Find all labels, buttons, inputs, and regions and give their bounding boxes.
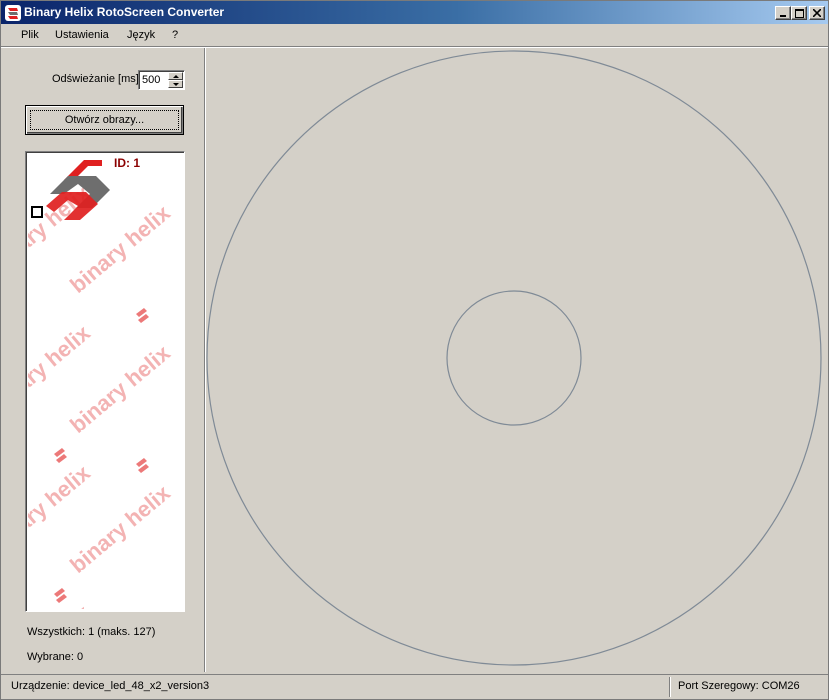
spin-down-button[interactable]	[168, 80, 183, 88]
inner-circle	[446, 290, 582, 426]
serial-port-status: Port Szeregowy: COM26	[678, 680, 800, 692]
thumbnail-graphic: binary helix binary helix binary helix b…	[28, 160, 175, 609]
arrow-up-icon	[173, 75, 179, 78]
watermark-text-4: binary helix	[65, 340, 175, 438]
outer-circle	[206, 50, 822, 666]
selected-count: Wybrane: 0	[27, 651, 84, 663]
menu-bar: Plik Ustawienia Język ?	[1, 24, 828, 46]
title-bar[interactable]: Binary Helix RotoScreen Converter	[1, 1, 828, 24]
preview-canvas[interactable]	[206, 48, 828, 672]
open-images-button[interactable]: Otwórz obrazy...	[25, 105, 184, 135]
menu-file[interactable]: Plik	[21, 29, 39, 41]
menu-settings[interactable]: Ustawienia	[55, 29, 109, 41]
status-bar: Urządzenie: device_led_48_x2_version3 Po…	[1, 674, 828, 699]
image-list[interactable]: binary helix binary helix binary helix b…	[25, 151, 185, 612]
image-id-label: ID: 1	[114, 156, 141, 170]
watermark-text-7: binary helix	[28, 600, 95, 609]
refresh-value[interactable]: 500	[142, 74, 160, 86]
total-count: Wszystkich: 1 (maks. 127)	[27, 626, 156, 638]
watermark-text-6: binary helix	[65, 480, 175, 578]
maximize-button[interactable]	[791, 6, 807, 20]
arrow-down-icon	[173, 83, 179, 86]
open-images-label: Otwórz obrazy...	[64, 114, 145, 126]
status-separator	[669, 677, 671, 697]
app-window: Binary Helix RotoScreen Converter Plik U…	[0, 0, 829, 700]
maximize-icon	[794, 8, 804, 18]
menu-language[interactable]: Język	[127, 29, 155, 41]
minimize-icon	[780, 15, 786, 17]
close-button[interactable]	[809, 6, 825, 20]
image-select-checkbox[interactable]	[31, 206, 43, 218]
refresh-spinbox[interactable]: 500	[138, 70, 185, 90]
window-title: Binary Helix RotoScreen Converter	[24, 5, 225, 19]
minimize-button[interactable]	[775, 6, 791, 20]
close-icon	[813, 9, 821, 17]
device-status: Urządzenie: device_led_48_x2_version3	[11, 680, 210, 692]
image-thumbnail[interactable]: binary helix binary helix binary helix b…	[28, 154, 182, 609]
spin-buttons	[168, 72, 183, 88]
menu-help[interactable]: ?	[172, 29, 178, 41]
spin-up-button[interactable]	[168, 72, 183, 80]
refresh-label: Odświeżanie [ms]	[52, 73, 139, 85]
app-logo-icon	[5, 5, 21, 21]
watermark-pattern: binary helix binary helix binary helix b…	[28, 180, 175, 609]
disc-preview	[206, 50, 822, 666]
